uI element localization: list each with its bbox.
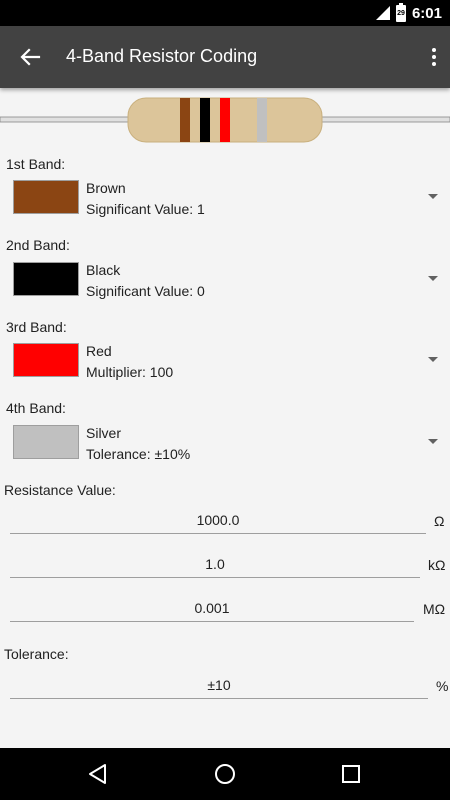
status-bar: 29 6:01 bbox=[0, 0, 450, 26]
megohm-field[interactable]: 0.001 bbox=[10, 596, 414, 622]
ohm-unit: Ω bbox=[434, 513, 445, 529]
back-triangle-icon[interactable] bbox=[86, 762, 110, 786]
band-1-label: 1st Band: bbox=[6, 156, 66, 172]
tolerance-label: Tolerance: bbox=[4, 646, 69, 662]
page-title: 4-Band Resistor Coding bbox=[66, 46, 258, 66]
tolerance-field[interactable]: ±10 bbox=[10, 673, 428, 699]
tolerance-value: ±10 bbox=[207, 677, 231, 693]
band-4-selector[interactable]: Silver Tolerance: ±10% bbox=[12, 425, 446, 467]
band-4-color-name: Silver bbox=[86, 425, 122, 441]
arrow-back-icon[interactable] bbox=[14, 41, 46, 73]
band-2-detail: Significant Value: 0 bbox=[86, 283, 205, 299]
band-3-detail: Multiplier: 100 bbox=[86, 364, 174, 380]
megohm-value: 0.001 bbox=[194, 600, 230, 616]
band-1-selector[interactable]: Brown Significant Value: 1 bbox=[12, 180, 446, 222]
battery-level: 29 bbox=[397, 9, 405, 17]
band-3-label: 3rd Band: bbox=[6, 319, 67, 335]
home-circle-icon[interactable] bbox=[213, 762, 237, 786]
band-3-swatch bbox=[13, 343, 79, 377]
resistor-lead-right bbox=[317, 116, 450, 123]
band-4-swatch bbox=[13, 425, 79, 459]
megohm-unit: MΩ bbox=[423, 601, 446, 617]
kilohm-field[interactable]: 1.0 bbox=[10, 552, 420, 578]
tolerance-unit: % bbox=[436, 678, 449, 694]
signal-icon bbox=[375, 6, 390, 20]
navigation-bar bbox=[0, 748, 450, 800]
band-1-color-name: Brown bbox=[86, 180, 126, 196]
band-2-swatch bbox=[13, 262, 79, 296]
resistor-band-4 bbox=[257, 98, 267, 142]
band-1-swatch bbox=[13, 180, 79, 214]
resistance-label: Resistance Value: bbox=[4, 482, 116, 498]
resistor-band-1 bbox=[180, 98, 190, 142]
band-4-label: 4th Band: bbox=[6, 400, 66, 416]
battery-icon: 29 bbox=[395, 2, 406, 22]
band-2-selector[interactable]: Black Significant Value: 0 bbox=[12, 262, 446, 304]
dropdown-arrow-icon bbox=[428, 194, 438, 199]
band-2-label: 2nd Band: bbox=[6, 237, 70, 253]
resistor-band-3 bbox=[220, 98, 230, 142]
status-time: 6:01 bbox=[411, 4, 442, 22]
resistor-lead-left bbox=[0, 116, 133, 123]
band-1-detail: Significant Value: 1 bbox=[86, 201, 205, 217]
dropdown-arrow-icon bbox=[428, 439, 438, 444]
band-3-selector[interactable]: Red Multiplier: 100 bbox=[12, 343, 446, 385]
kilohm-unit: kΩ bbox=[428, 557, 446, 573]
kilohm-value: 1.0 bbox=[205, 556, 225, 572]
ohm-value: 1000.0 bbox=[196, 512, 240, 528]
band-4-detail: Tolerance: ±10% bbox=[86, 446, 191, 462]
resistor-band-2 bbox=[200, 98, 210, 142]
dropdown-arrow-icon bbox=[428, 276, 438, 281]
resistor-illustration bbox=[0, 97, 450, 143]
band-3-color-name: Red bbox=[86, 343, 112, 359]
band-2-color-name: Black bbox=[86, 262, 121, 278]
ohm-field[interactable]: 1000.0 bbox=[10, 508, 426, 534]
app-bar: 4-Band Resistor Coding bbox=[0, 26, 450, 88]
more-vert-icon[interactable] bbox=[428, 42, 440, 72]
recents-square-icon[interactable] bbox=[339, 762, 363, 786]
dropdown-arrow-icon bbox=[428, 357, 438, 362]
